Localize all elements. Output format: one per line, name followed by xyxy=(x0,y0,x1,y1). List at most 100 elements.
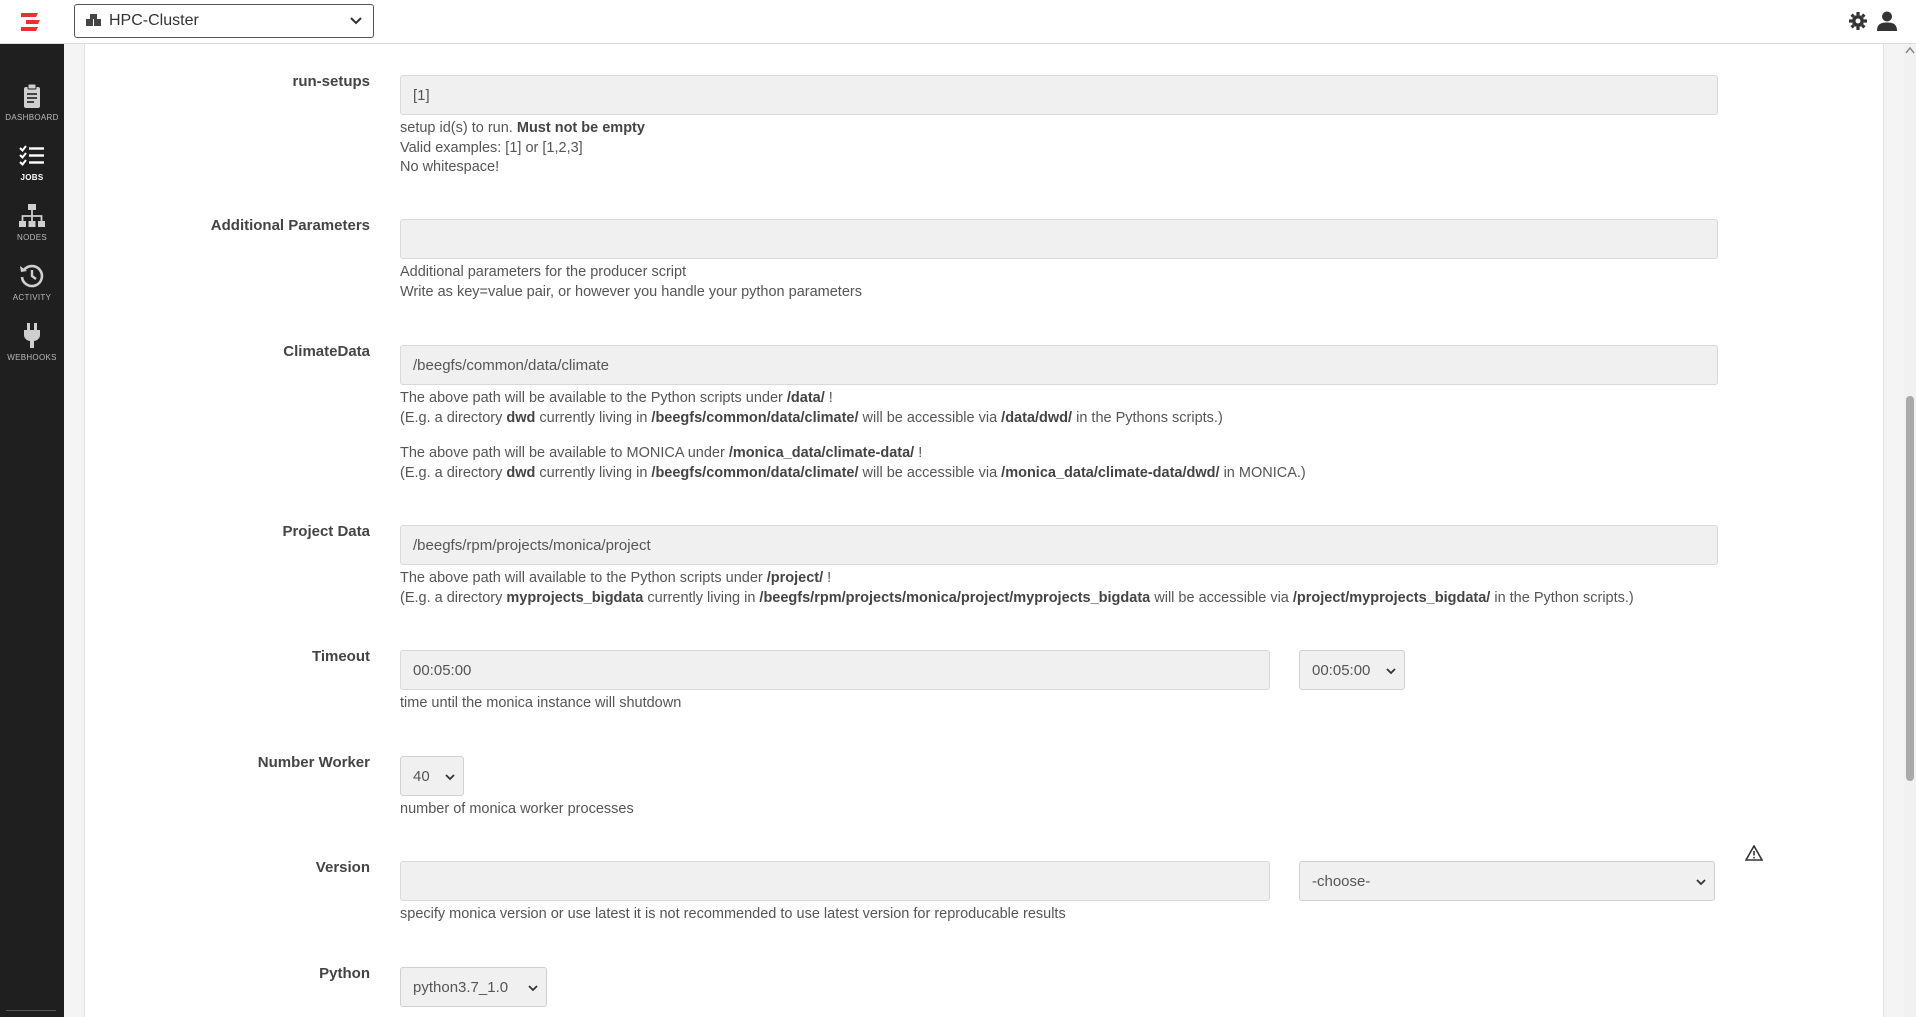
python-label: Python xyxy=(319,965,370,982)
sidebar-item-label: DASHBOARD xyxy=(5,113,59,122)
project-data-label: Project Data xyxy=(282,523,370,540)
gear-icon[interactable] xyxy=(1847,10,1869,32)
sidebar-item-label: JOBS xyxy=(20,173,44,182)
sidebar-item-nodes[interactable]: NODES xyxy=(0,198,64,256)
help-text: No whitespace! xyxy=(400,159,500,175)
help-text: The above path will be available to MONI… xyxy=(400,445,729,461)
number-worker-help: number of monica worker processes xyxy=(400,800,634,820)
run-setups-help: setup id(s) to run. Must not be empty Va… xyxy=(400,119,645,178)
sidebar-item-activity[interactable]: ACTIVITY xyxy=(0,258,64,316)
cluster-select[interactable]: HPC-Cluster xyxy=(74,4,374,38)
sidebar-item-jobs[interactable]: JOBS xyxy=(0,138,64,196)
timeout-help: time until the monica instance will shut… xyxy=(400,694,681,714)
app-logo[interactable] xyxy=(18,9,44,35)
help-text: will be accessible via xyxy=(858,409,1002,426)
sidebar-divider xyxy=(6,1010,56,1011)
help-text: in MONICA.) xyxy=(1219,464,1306,481)
timeout-value: 00:05:00 xyxy=(413,661,472,679)
additional-parameters-input[interactable] xyxy=(400,219,1718,259)
help-text-bold: /project/ xyxy=(766,570,824,586)
sidebar: DASHBOARD JOBS NODES ACTIVITY WEBHOOKS xyxy=(0,44,64,1017)
help-text-bold: dwd xyxy=(506,464,536,481)
climate-data-help: The above path will be available to the … xyxy=(400,389,1306,483)
help-text: will be accessible via xyxy=(858,464,1002,481)
help-text: The above path will be available to the … xyxy=(400,390,787,406)
help-text: (E.g. a directory xyxy=(400,589,507,606)
help-text: (E.g. a directory xyxy=(400,409,507,426)
help-text-bold: /beegfs/common/data/climate/ xyxy=(651,464,859,481)
scroll-up-arrow-icon[interactable] xyxy=(1905,46,1915,54)
help-text-bold: myprojects_bigdata xyxy=(506,589,644,606)
climate-data-input[interactable]: /beegfs/common/data/climate xyxy=(400,345,1718,385)
sidebar-item-webhooks[interactable]: WEBHOOKS xyxy=(0,318,64,376)
help-text-bold: /beegfs/common/data/climate/ xyxy=(651,409,859,426)
chevron-down-icon xyxy=(1386,668,1396,675)
help-text: in the Pythons scripts.) xyxy=(1072,409,1223,426)
chevron-down-icon xyxy=(528,985,538,992)
help-text-bold: Must not be empty xyxy=(516,120,645,136)
help-text: currently living in xyxy=(535,409,652,426)
version-select-value: -choose- xyxy=(1312,872,1371,890)
scrollbar-thumb[interactable] xyxy=(1906,396,1914,781)
version-label: Version xyxy=(315,859,370,876)
chevron-down-icon xyxy=(350,17,362,25)
help-text: currently living in xyxy=(535,464,652,481)
help-text: will be accessible via xyxy=(1150,589,1293,606)
help-text: Additional parameters for the producer s… xyxy=(400,264,687,280)
version-help: specify monica version or use latest it … xyxy=(400,905,1066,925)
additional-parameters-help: Additional parameters for the producer s… xyxy=(400,263,862,302)
help-text: setup id(s) to run. xyxy=(400,120,517,136)
help-text: currently living in xyxy=(643,589,760,606)
python-select[interactable]: python3.7_1.0 xyxy=(400,967,547,1007)
plug-icon xyxy=(24,323,40,348)
sidebar-item-label: WEBHOOKS xyxy=(7,353,57,362)
number-worker-select[interactable]: 40 xyxy=(400,756,464,796)
sitemap-icon xyxy=(19,204,45,227)
run-setups-input[interactable]: [1] xyxy=(400,75,1718,115)
help-text-bold: /data/ xyxy=(786,390,825,406)
help-text: ! xyxy=(824,390,833,406)
help-text-bold: /beegfs/rpm/projects/monica/project/mypr… xyxy=(759,589,1151,606)
help-text: ! xyxy=(914,445,923,461)
project-data-help: The above path will available to the Pyt… xyxy=(400,569,1634,608)
number-worker-select-value: 40 xyxy=(413,767,430,785)
help-text: time until the monica instance will shut… xyxy=(400,695,682,711)
history-icon xyxy=(20,264,44,288)
help-text: specify monica version or use latest it … xyxy=(400,906,1066,922)
version-select[interactable]: -choose- xyxy=(1299,861,1715,901)
user-icon[interactable] xyxy=(1876,10,1898,32)
cluster-select-value: HPC-Cluster xyxy=(109,12,199,29)
run-setups-value: [1] xyxy=(413,86,430,104)
help-text-bold: /monica_data/climate-data/ xyxy=(728,445,915,461)
boxes-icon xyxy=(86,14,101,26)
help-text: ! xyxy=(823,570,832,586)
list-check-icon xyxy=(19,145,44,167)
clipboard-icon xyxy=(24,83,40,108)
help-text: number of monica worker processes xyxy=(400,801,634,817)
sidebar-item-label: ACTIVITY xyxy=(12,293,52,302)
sidebar-item-dashboard[interactable]: DASHBOARD xyxy=(0,78,64,136)
timeout-select[interactable]: 00:05:00 xyxy=(1299,650,1405,690)
sidebar-item-label: NODES xyxy=(17,233,47,242)
number-worker-label: Number Worker xyxy=(257,754,370,771)
project-data-input[interactable]: /beegfs/rpm/projects/monica/project xyxy=(400,525,1718,565)
version-input[interactable] xyxy=(400,861,1270,901)
help-text-bold: dwd xyxy=(506,409,536,426)
help-text-bold: /project/myprojects_bigdata/ xyxy=(1292,589,1491,606)
climate-data-value: /beegfs/common/data/climate xyxy=(413,356,609,374)
help-text: Valid examples: [1] or [1,2,3] xyxy=(400,139,583,156)
timeout-select-value: 00:05:00 xyxy=(1312,661,1371,679)
timeout-label: Timeout xyxy=(311,648,370,665)
help-text-bold: /monica_data/climate-data/dwd/ xyxy=(1001,464,1220,481)
help-text: in the Python scripts.) xyxy=(1490,589,1634,606)
timeout-input[interactable]: 00:05:00 xyxy=(400,650,1270,690)
help-text: Write as key=value pair, or however you … xyxy=(400,283,862,300)
help-text: The above path will available to the Pyt… xyxy=(400,570,767,586)
page-scrollbar[interactable] xyxy=(1904,44,1916,1017)
chevron-down-icon xyxy=(1696,879,1706,886)
project-data-value: /beegfs/rpm/projects/monica/project xyxy=(413,536,651,554)
help-text: (E.g. a directory xyxy=(400,464,507,481)
climate-data-label: ClimateData xyxy=(283,343,370,360)
additional-parameters-label: Additional Parameters xyxy=(210,217,370,234)
top-bar: HPC-Cluster xyxy=(0,0,1916,44)
